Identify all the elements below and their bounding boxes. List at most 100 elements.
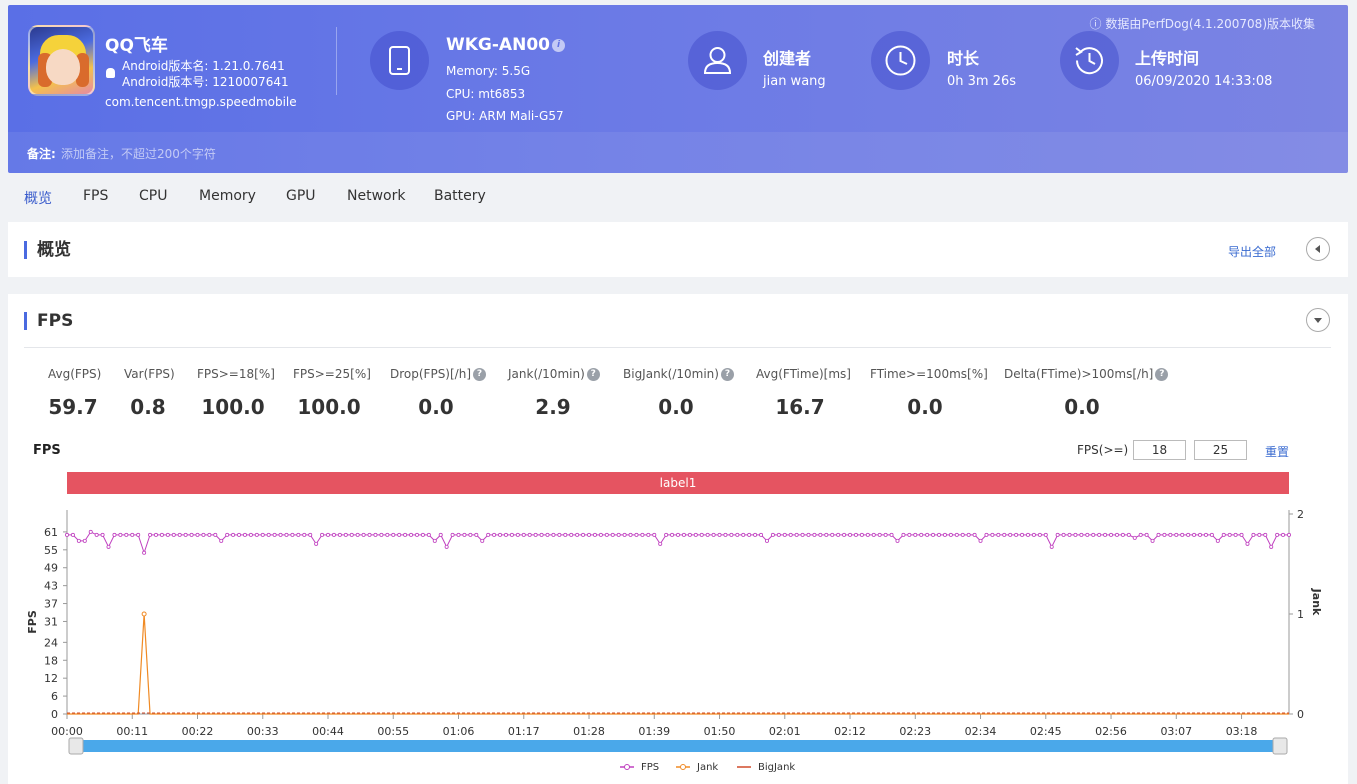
fps-point bbox=[984, 532, 989, 537]
fps-point bbox=[462, 532, 467, 537]
fps-point bbox=[966, 532, 971, 537]
fps-point bbox=[1239, 532, 1244, 537]
fps-point bbox=[1221, 532, 1226, 537]
fps-point bbox=[355, 532, 360, 537]
fps-point bbox=[468, 532, 473, 537]
fps-point bbox=[82, 538, 87, 543]
fps-point bbox=[1061, 532, 1066, 537]
fps-point bbox=[225, 532, 230, 537]
fps-point bbox=[165, 532, 170, 537]
y-tick-label: 61 bbox=[44, 526, 58, 539]
fps-point bbox=[664, 532, 669, 537]
y-tick-label: 31 bbox=[44, 615, 58, 628]
fps-point bbox=[1114, 532, 1119, 537]
fps-point bbox=[604, 532, 609, 537]
y-tick-label: 18 bbox=[44, 654, 58, 667]
fps-point bbox=[320, 532, 325, 537]
fps-point bbox=[1025, 532, 1030, 537]
fps-point bbox=[213, 532, 218, 537]
fps-point bbox=[1156, 532, 1161, 537]
fps-point bbox=[171, 532, 176, 537]
fps-point bbox=[503, 532, 508, 537]
fps-point bbox=[800, 532, 805, 537]
fps-point bbox=[871, 532, 876, 537]
fps-point bbox=[397, 532, 402, 537]
x-tick-label: 00:11 bbox=[116, 725, 148, 738]
y2-tick-label: 1 bbox=[1297, 608, 1304, 621]
fps-point bbox=[889, 532, 894, 537]
fps-point bbox=[195, 532, 200, 537]
range-slider-track[interactable] bbox=[71, 740, 1285, 752]
legend-marker bbox=[680, 764, 686, 770]
fps-point bbox=[498, 532, 503, 537]
legend-label: BigJank bbox=[758, 762, 795, 773]
fps-point bbox=[937, 532, 942, 537]
fps-point bbox=[515, 532, 520, 537]
fps-point bbox=[616, 532, 621, 537]
fps-point bbox=[1287, 532, 1292, 537]
fps-point bbox=[450, 532, 455, 537]
fps-point bbox=[94, 532, 99, 537]
fps-point bbox=[557, 532, 562, 537]
fps-point bbox=[1180, 532, 1185, 537]
fps-point bbox=[1233, 532, 1238, 537]
fps-point bbox=[248, 532, 253, 537]
fps-point bbox=[1198, 532, 1203, 537]
fps-point bbox=[1091, 532, 1096, 537]
fps-point bbox=[954, 532, 959, 537]
range-slider-left-handle[interactable] bbox=[68, 737, 84, 755]
fps-point bbox=[130, 532, 135, 537]
fps-point bbox=[670, 532, 675, 537]
fps-point bbox=[1209, 532, 1214, 537]
x-tick-label: 02:01 bbox=[769, 725, 801, 738]
fps-point bbox=[818, 532, 823, 537]
x-tick-label: 03:07 bbox=[1160, 725, 1192, 738]
fps-point bbox=[1150, 538, 1155, 543]
y-tick-label: 6 bbox=[51, 690, 58, 703]
fps-point bbox=[1120, 532, 1125, 537]
fps-point bbox=[486, 532, 491, 537]
range-slider-right-handle[interactable] bbox=[1272, 737, 1288, 755]
fps-point bbox=[711, 532, 716, 537]
fps-point bbox=[622, 532, 627, 537]
fps-point bbox=[865, 532, 870, 537]
fps-point bbox=[1126, 532, 1131, 537]
fps-point bbox=[1043, 532, 1048, 537]
fps-point bbox=[379, 532, 384, 537]
x-tick-label: 03:18 bbox=[1226, 725, 1258, 738]
fps-point bbox=[1168, 532, 1173, 537]
fps-point bbox=[652, 532, 657, 537]
y2-tick-label: 0 bbox=[1297, 708, 1304, 721]
fps-point bbox=[960, 532, 965, 537]
fps-point bbox=[337, 532, 342, 537]
fps-point bbox=[284, 532, 289, 537]
fps-point bbox=[1109, 532, 1114, 537]
x-tick-label: 02:56 bbox=[1095, 725, 1127, 738]
fps-point bbox=[640, 532, 645, 537]
fps-point bbox=[759, 532, 764, 537]
fps-point bbox=[1215, 538, 1220, 543]
x-tick-label: 02:12 bbox=[834, 725, 866, 738]
fps-point bbox=[859, 532, 864, 537]
fps-point bbox=[925, 532, 930, 537]
fps-point bbox=[658, 541, 663, 546]
fps-point bbox=[575, 532, 580, 537]
fps-point bbox=[533, 532, 538, 537]
fps-point bbox=[741, 532, 746, 537]
fps-point bbox=[521, 532, 526, 537]
x-tick-label: 02:34 bbox=[965, 725, 997, 738]
fps-point bbox=[1245, 541, 1250, 546]
fps-point bbox=[361, 532, 366, 537]
fps-point bbox=[118, 532, 123, 537]
fps-point bbox=[296, 532, 301, 537]
fps-point bbox=[1174, 532, 1179, 537]
fps-point bbox=[189, 532, 194, 537]
x-tick-label: 01:17 bbox=[508, 725, 540, 738]
fps-point bbox=[1269, 544, 1274, 549]
jank-series-line bbox=[67, 613, 1289, 715]
fps-point bbox=[207, 532, 212, 537]
fps-point bbox=[65, 532, 70, 537]
fps-point bbox=[136, 532, 141, 537]
fps-point bbox=[948, 532, 953, 537]
fps-point bbox=[432, 538, 437, 543]
